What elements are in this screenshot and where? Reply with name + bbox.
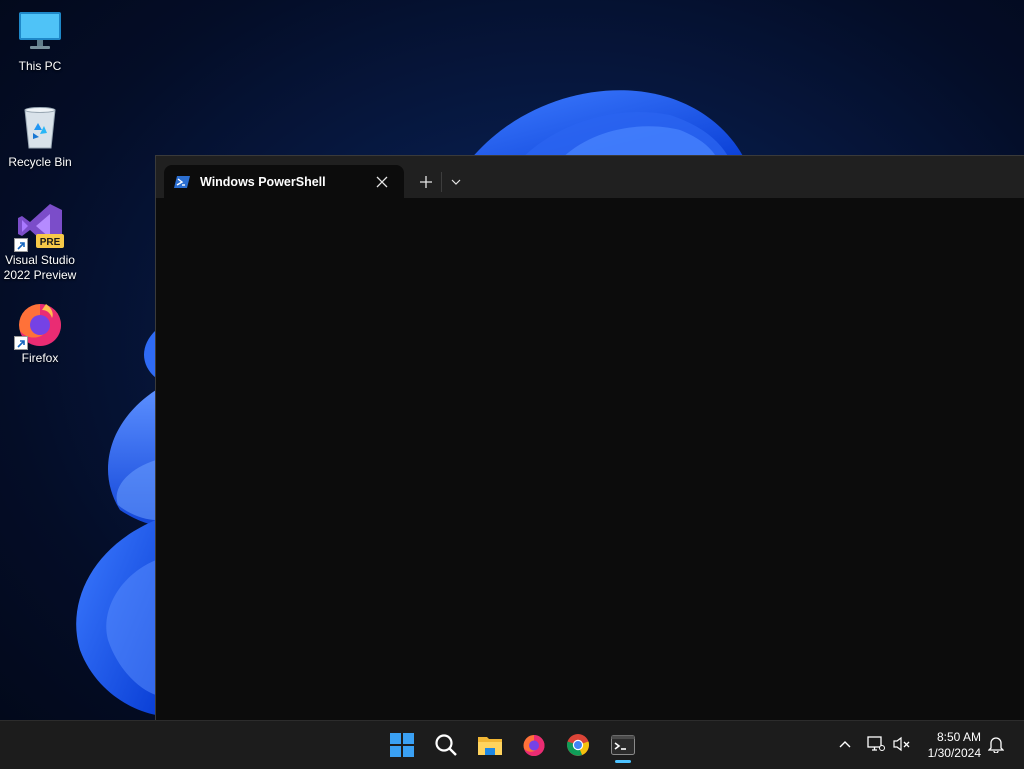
monitor-icon <box>16 8 64 56</box>
plus-icon <box>420 176 432 188</box>
show-hidden-icons-button[interactable] <box>835 734 855 754</box>
active-app-indicator <box>615 760 631 763</box>
desktop-icon-firefox[interactable]: Firefox <box>0 300 80 366</box>
firefox-taskbar-button[interactable] <box>514 725 554 765</box>
start-button[interactable] <box>382 725 422 765</box>
chrome-taskbar-button[interactable] <box>558 725 598 765</box>
tab-windows-powershell[interactable]: Windows PowerShell <box>164 165 404 198</box>
recycle-bin-icon <box>16 104 64 152</box>
terminal-taskbar-button[interactable] <box>603 725 643 765</box>
desktop-icon-visual-studio[interactable]: PRE Visual Studio 2022 Preview <box>0 202 80 283</box>
clock[interactable]: 8:50 AM 1/30/2024 <box>928 729 981 761</box>
tab-dropdown-button[interactable] <box>446 170 466 194</box>
desktop-icon-label: Visual Studio 2022 Preview <box>3 253 77 282</box>
desktop-icon-label: Firefox <box>21 351 59 365</box>
desktop-icon-this-pc[interactable]: This PC <box>0 8 80 74</box>
terminal-titlebar[interactable]: Windows PowerShell <box>156 156 1024 198</box>
file-explorer-button[interactable] <box>470 725 510 765</box>
firefox-icon <box>14 300 64 350</box>
chevron-up-icon <box>839 741 851 748</box>
visual-studio-icon: PRE <box>14 202 64 252</box>
desktop-icon-label: This PC <box>18 59 62 73</box>
volume-muted-icon[interactable] <box>892 734 912 754</box>
shortcut-arrow-icon <box>14 336 28 350</box>
search-icon <box>435 734 457 756</box>
pre-badge: PRE <box>40 237 61 248</box>
shortcut-arrow-icon <box>14 238 28 252</box>
start-icon <box>390 733 414 757</box>
chrome-icon <box>567 734 589 756</box>
desktop-icon-recycle-bin[interactable]: Recycle Bin <box>0 104 80 170</box>
clock-time: 8:50 AM <box>936 730 981 744</box>
file-explorer-icon <box>478 737 502 755</box>
network-icon[interactable] <box>866 734 886 754</box>
new-tab-button[interactable] <box>414 170 438 194</box>
notification-bell-icon[interactable] <box>986 734 1006 754</box>
search-button[interactable] <box>426 725 466 765</box>
terminal-icon <box>611 735 635 755</box>
tab-divider <box>441 172 442 192</box>
firefox-icon <box>523 735 545 756</box>
clock-date: 1/30/2024 <box>927 746 981 760</box>
desktop-icon-label: Recycle Bin <box>8 155 72 169</box>
terminal-window[interactable]: Windows PowerShell <box>155 155 1024 721</box>
tab-title: Windows PowerShell <box>200 174 326 189</box>
terminal-content[interactable] <box>156 198 1024 721</box>
close-tab-icon[interactable] <box>372 172 392 192</box>
powershell-icon <box>174 175 190 189</box>
chevron-down-icon <box>451 179 461 185</box>
